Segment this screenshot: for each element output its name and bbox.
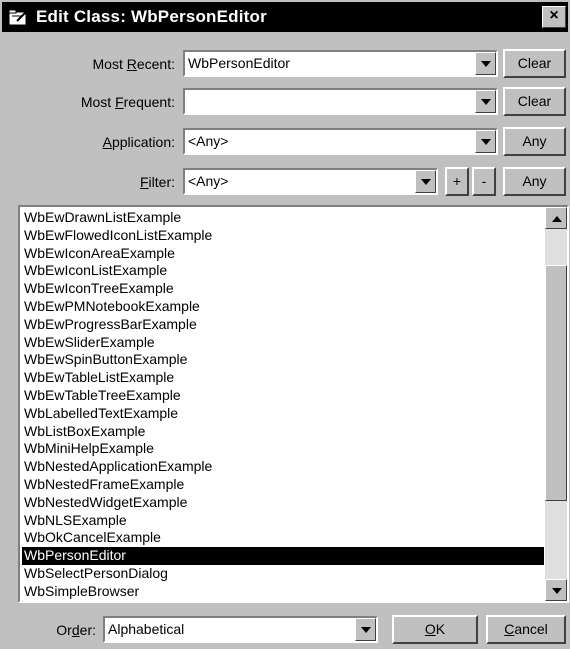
- list-item[interactable]: WbNLSExample: [22, 512, 544, 530]
- list-scrollbar[interactable]: [545, 207, 567, 601]
- close-icon: ×: [549, 7, 559, 24]
- application-dropdown-button[interactable]: [475, 130, 496, 153]
- list-item[interactable]: WbOkCancelExample: [22, 529, 544, 547]
- close-button[interactable]: ×: [542, 6, 566, 28]
- order-combo[interactable]: Alphabetical: [103, 616, 378, 643]
- most-recent-clear-button[interactable]: Clear: [503, 49, 566, 78]
- most-recent-combo[interactable]: WbPersonEditor: [183, 50, 498, 77]
- edit-class-dialog: Edit Class: WbPersonEditor × Most Recent…: [0, 0, 570, 649]
- chevron-down-icon: [481, 139, 491, 145]
- list-item[interactable]: WbSelectPersonDialog: [22, 565, 544, 583]
- application-value: <Any>: [188, 133, 229, 149]
- list-item[interactable]: WbEwTableListExample: [22, 369, 544, 387]
- application-label: Application:: [102, 134, 175, 150]
- list-item[interactable]: WbSimpleBrowser: [22, 583, 544, 601]
- list-item[interactable]: WbEwFlowedIconListExample: [22, 227, 544, 245]
- list-item[interactable]: WbEwDrawnListExample: [22, 209, 544, 227]
- class-listbox[interactable]: WbEwDrawnListExample WbEwFlowedIconListEx…: [18, 205, 569, 603]
- filter-remove-button[interactable]: -: [472, 167, 496, 196]
- most-frequent-clear-button[interactable]: Clear: [503, 87, 566, 116]
- scroll-up-button[interactable]: [545, 207, 567, 229]
- arrow-down-icon: [552, 588, 562, 594]
- chevron-down-icon: [481, 99, 491, 105]
- scroll-down-button[interactable]: [545, 579, 567, 601]
- arrow-up-icon: [552, 216, 562, 222]
- most-frequent-dropdown-button[interactable]: [475, 90, 496, 113]
- most-recent-value: WbPersonEditor: [188, 55, 290, 71]
- scroll-thumb[interactable]: [545, 265, 567, 501]
- filter-dropdown-button[interactable]: [415, 170, 436, 193]
- list-item[interactable]: WbPersonEditor: [22, 547, 544, 565]
- folder-edit-icon: [8, 9, 29, 26]
- most-frequent-combo[interactable]: [183, 88, 498, 115]
- list-item[interactable]: WbEwIconListExample: [22, 262, 544, 280]
- order-value: Alphabetical: [108, 621, 185, 637]
- window-title: Edit Class: WbPersonEditor: [36, 7, 267, 26]
- list-item[interactable]: WbNestedWidgetExample: [22, 494, 544, 512]
- list-item[interactable]: WbEwIconTreeExample: [22, 280, 544, 298]
- most-recent-label: Most Recent:: [92, 56, 176, 72]
- list-item[interactable]: WbEwSliderExample: [22, 334, 544, 352]
- chevron-down-icon: [421, 179, 431, 185]
- list-item[interactable]: WbEwPMNotebookExample: [22, 298, 544, 316]
- filter-value: <Any>: [188, 173, 229, 189]
- most-frequent-label: Most Frequent:: [80, 94, 175, 110]
- ok-button[interactable]: OK: [392, 615, 478, 644]
- list-item[interactable]: WbEwProgressBarExample: [22, 316, 544, 334]
- chevron-down-icon: [361, 627, 371, 633]
- list-item[interactable]: WbNestedApplicationExample: [22, 458, 544, 476]
- list-item[interactable]: WbEwIconAreaExample: [22, 245, 544, 263]
- filter-combo[interactable]: <Any>: [183, 168, 438, 195]
- order-dropdown-button[interactable]: [355, 618, 376, 641]
- filter-label: Filter:: [139, 174, 175, 190]
- list-item[interactable]: WbEwSpinButtonExample: [22, 351, 544, 369]
- application-any-button[interactable]: Any: [503, 127, 566, 156]
- application-combo[interactable]: <Any>: [183, 128, 498, 155]
- cancel-button[interactable]: Cancel: [486, 615, 566, 644]
- list-item[interactable]: WbListBoxExample: [22, 423, 544, 441]
- filter-add-button[interactable]: +: [445, 167, 469, 196]
- chevron-down-icon: [481, 61, 491, 67]
- title-bar[interactable]: Edit Class: WbPersonEditor ×: [2, 2, 568, 32]
- most-recent-dropdown-button[interactable]: [475, 52, 496, 75]
- list-item[interactable]: WbLabelledTextExample: [22, 405, 544, 423]
- class-list-items: WbEwDrawnListExample WbEwFlowedIconListEx…: [22, 209, 544, 601]
- order-label: Order:: [56, 622, 96, 638]
- list-item[interactable]: WbEwTableTreeExample: [22, 387, 544, 405]
- list-item[interactable]: WbMiniHelpExample: [22, 440, 544, 458]
- filter-any-button[interactable]: Any: [503, 167, 566, 196]
- list-item[interactable]: WbNestedFrameExample: [22, 476, 544, 494]
